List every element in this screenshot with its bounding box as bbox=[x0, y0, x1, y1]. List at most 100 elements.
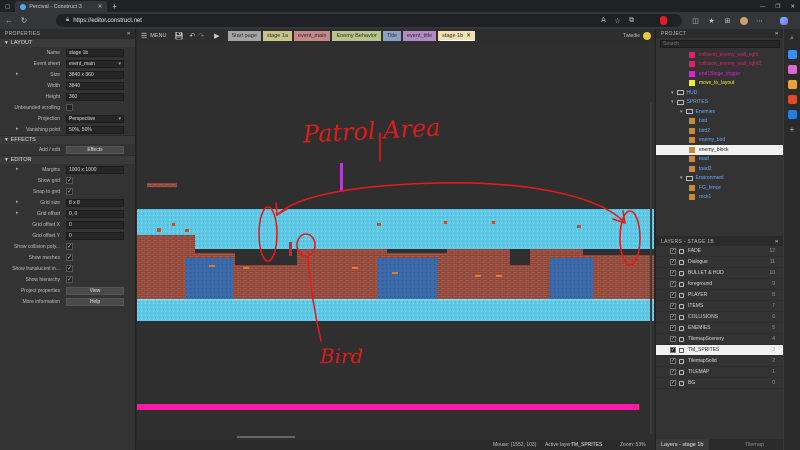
layer-row[interactable]: ✓ foreground 9 bbox=[656, 279, 783, 290]
property-input[interactable]: stage 1b bbox=[66, 48, 124, 57]
layer-row[interactable]: ✓ PLAYER 8 bbox=[656, 290, 783, 301]
visibility-checkbox[interactable]: ✓ bbox=[670, 303, 676, 309]
read-aloud-icon[interactable]: A bbox=[598, 15, 609, 26]
lock-icon[interactable] bbox=[679, 281, 684, 287]
back-icon[interactable]: ← bbox=[3, 15, 15, 27]
lock-icon[interactable] bbox=[679, 303, 684, 309]
visibility-checkbox[interactable]: ✓ bbox=[670, 314, 676, 320]
property-input[interactable]: 3840 bbox=[66, 81, 124, 90]
layout-section-header[interactable]: ▾ LAYOUT bbox=[0, 38, 135, 47]
lock-icon[interactable] bbox=[679, 369, 684, 375]
visibility-checkbox[interactable]: ✓ bbox=[670, 325, 676, 331]
visibility-checkbox[interactable]: ✓ bbox=[670, 380, 676, 386]
project-item[interactable]: FG_fence bbox=[656, 183, 783, 193]
project-item[interactable]: bird2 bbox=[656, 126, 783, 136]
close-project-icon[interactable]: ✕ bbox=[775, 31, 780, 37]
property-checkbox[interactable] bbox=[66, 104, 73, 111]
layer-row[interactable]: ✓ TilemapSolid 2 bbox=[656, 356, 783, 367]
tools-icon[interactable] bbox=[787, 65, 797, 74]
favorites-bar-icon[interactable]: ★ bbox=[706, 15, 717, 26]
redo-icon[interactable]: ↷ bbox=[198, 32, 204, 40]
menu-icon[interactable]: ☰ bbox=[141, 32, 147, 40]
refresh-icon[interactable]: ↻ bbox=[18, 15, 30, 27]
lock-icon[interactable] bbox=[679, 270, 684, 276]
lock-icon[interactable] bbox=[679, 336, 684, 342]
games-icon[interactable] bbox=[787, 80, 797, 89]
close-tab-icon[interactable]: ✕ bbox=[98, 4, 103, 10]
favorite-icon[interactable]: ☆ bbox=[612, 15, 623, 26]
maximize-button[interactable]: ❐ bbox=[770, 1, 785, 12]
doc-tab[interactable]: stage 1b ✕ bbox=[438, 31, 475, 41]
collections-icon[interactable]: ⧉ bbox=[626, 15, 637, 26]
project-item[interactable]: rock1 bbox=[656, 193, 783, 203]
undo-icon[interactable]: ↶ bbox=[189, 32, 195, 40]
property-checkbox[interactable]: ✓ bbox=[66, 188, 73, 195]
outlook-icon[interactable] bbox=[787, 110, 797, 119]
new-tab-button[interactable]: + bbox=[107, 1, 122, 12]
doc-tab[interactable]: Start page bbox=[227, 31, 261, 41]
visibility-checkbox[interactable]: ✓ bbox=[670, 292, 676, 298]
project-item[interactable]: enemy_bird bbox=[656, 136, 783, 146]
property-checkbox[interactable]: ✓ bbox=[66, 254, 73, 261]
project-item[interactable]: bird bbox=[656, 117, 783, 127]
lock-icon[interactable] bbox=[679, 358, 684, 364]
layer-row[interactable]: ✓ ITEMS 7 bbox=[656, 301, 783, 312]
doc-tab[interactable]: stage 1a bbox=[262, 31, 293, 41]
visibility-checkbox[interactable]: ✓ bbox=[670, 358, 676, 364]
lock-icon[interactable] bbox=[679, 259, 684, 265]
lock-icon[interactable] bbox=[679, 325, 684, 331]
layer-row[interactable]: ✓ FADE 12 bbox=[656, 246, 783, 257]
property-checkbox[interactable]: ✓ bbox=[66, 276, 73, 283]
tab-tilemap[interactable]: Tilemap bbox=[740, 439, 769, 450]
layer-row[interactable]: ✓ Dialogue 11 bbox=[656, 257, 783, 268]
layout-canvas[interactable]: Patrol Area Bird bbox=[137, 43, 654, 440]
effects-section-header[interactable]: ▾ EFFECTS bbox=[0, 135, 135, 144]
user-avatar[interactable] bbox=[643, 32, 651, 40]
visibility-checkbox[interactable]: ✓ bbox=[670, 270, 676, 276]
property-select[interactable]: event_main ▾ bbox=[66, 59, 124, 68]
expand-icon[interactable]: ▾ bbox=[671, 99, 674, 105]
layer-row[interactable]: ✓ BG 0 bbox=[656, 378, 783, 389]
lock-icon[interactable] bbox=[679, 347, 684, 353]
username[interactable]: Twiedie bbox=[623, 33, 640, 39]
save-icon[interactable]: 💾︎ bbox=[174, 32, 183, 40]
lock-icon[interactable] bbox=[679, 380, 684, 386]
play-icon[interactable]: ▶ bbox=[214, 32, 219, 40]
extension-icon[interactable] bbox=[658, 15, 669, 26]
collections-bar-icon[interactable]: ⊞ bbox=[722, 15, 733, 26]
property-input[interactable]: 8 x 8 bbox=[66, 198, 124, 207]
project-item[interactable]: collision_enemy_wall_right bbox=[656, 50, 783, 60]
copilot-icon[interactable] bbox=[778, 15, 789, 26]
close-tab-icon[interactable]: ✕ bbox=[466, 33, 471, 39]
property-input[interactable]: 0 bbox=[66, 220, 124, 229]
visibility-checkbox[interactable]: ✓ bbox=[670, 281, 676, 287]
layer-row[interactable]: ✓ ENEMIES 5 bbox=[656, 323, 783, 334]
property-button[interactable]: View bbox=[66, 286, 124, 295]
office-icon[interactable] bbox=[787, 95, 797, 104]
split-screen-icon[interactable]: ◫ bbox=[690, 15, 701, 26]
close-window-button[interactable]: ✕ bbox=[785, 1, 800, 12]
project-folder[interactable]: ▾ Environment bbox=[656, 174, 783, 184]
shopping-icon[interactable] bbox=[787, 50, 797, 59]
layer-row[interactable]: ✓ COLLISIONS 6 bbox=[656, 312, 783, 323]
project-folder[interactable]: ▾ SPRITES bbox=[656, 98, 783, 108]
project-item[interactable]: move_to_layout bbox=[656, 79, 783, 89]
layer-row[interactable]: ✓ BULLET & HUD 10 bbox=[656, 268, 783, 279]
layer-row[interactable]: ✓ TilemapScenery 4 bbox=[656, 334, 783, 345]
lock-icon[interactable] bbox=[679, 248, 684, 254]
effects-button[interactable]: Effects bbox=[66, 145, 124, 154]
project-item[interactable]: end1Stage_trigger bbox=[656, 69, 783, 79]
property-select[interactable]: Perspective ▾ bbox=[66, 114, 124, 123]
project-folder[interactable]: ▾ HUD bbox=[656, 88, 783, 98]
doc-tab[interactable]: event_main bbox=[294, 31, 331, 41]
property-input[interactable]: 0 bbox=[66, 231, 124, 240]
property-input[interactable]: 0, 0 bbox=[66, 209, 124, 218]
doc-tab[interactable]: Enemy Behavior bbox=[332, 31, 381, 41]
visibility-checkbox[interactable]: ✓ bbox=[670, 259, 676, 265]
editor-section-header[interactable]: ▾ EDITOR bbox=[0, 155, 135, 164]
property-button[interactable]: Help bbox=[66, 297, 124, 306]
minimize-button[interactable]: — bbox=[755, 1, 771, 12]
add-app-icon[interactable]: + bbox=[788, 125, 797, 134]
browser-tab-construct[interactable]: Percival - Construct 3 ✕ bbox=[15, 1, 108, 12]
property-checkbox[interactable]: ✓ bbox=[66, 243, 73, 250]
